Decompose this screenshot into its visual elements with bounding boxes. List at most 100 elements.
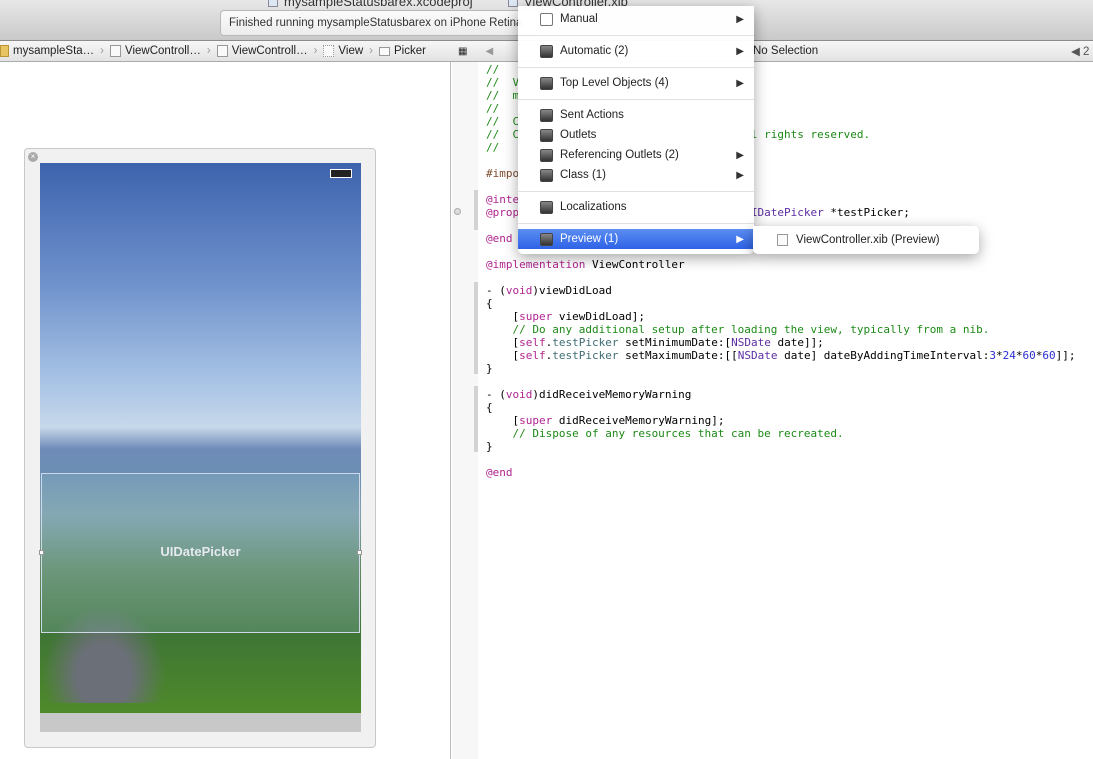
code-line: // Dispose of any resources that can be … [486,427,1076,440]
menu-item-label: Manual [560,13,598,25]
view-frame[interactable]: × UIDatePicker [24,148,376,748]
menu-separator [518,35,754,36]
counter-value: 2 [1083,46,1090,58]
code-token: [ [486,349,520,362]
code-token: ]]; [1055,349,1076,362]
project-file-icon [268,0,278,7]
menu-item-outlets[interactable]: Outlets [518,125,754,145]
project-title: mysampleStatusbarex.xcodeproj [268,0,473,9]
tuxedo-icon [540,168,553,182]
code-line: @implementation ViewController [486,258,1076,271]
back-arrow-icon[interactable]: ◀ [485,46,493,57]
menu-item-label: Sent Actions [560,109,624,121]
submenu-item-preview-xib[interactable]: ViewController.xib (Preview) [753,226,979,254]
code-token: { [486,401,493,414]
menu-item-label: Referencing Outlets (2) [560,149,679,161]
code-token: * [996,349,1003,362]
tuxedo-icon [540,76,553,90]
code-token: NSDate [731,336,771,349]
picker-icon [378,46,390,56]
code-token: // [486,63,500,76]
menu-item-sent-actions[interactable]: Sent Actions [518,105,754,125]
breadcrumb-xib-1[interactable]: ViewControll… [107,45,204,57]
submenu-arrow-icon: ▶ [736,233,744,245]
code-token: @implementation [486,258,586,271]
menu-item-label: Automatic (2) [560,45,629,57]
code-token: l rights reserved. [750,128,871,141]
code-line: - (void)viewDidLoad [486,284,1076,297]
menu-item-label: Top Level Objects (4) [560,77,669,89]
submenu-arrow-icon: ▶ [736,149,744,161]
code-token: NSDate [737,349,778,362]
menu-item-preview[interactable]: Preview (1) ▶ [518,229,754,249]
menu-item-label: Class (1) [560,169,607,181]
breadcrumb-view[interactable]: View [320,45,366,57]
tuxedo-icon [540,44,553,58]
code-line: [super viewDidLoad]; [486,310,1076,323]
scope-bar [474,386,478,452]
code-token: )viewDidLoad [532,284,612,297]
code-token: 60 [1022,349,1036,362]
menu-item-automatic[interactable]: Automatic (2) ▶ [518,41,754,61]
view-icon [323,45,335,57]
code-line: { [486,297,1076,310]
tuxedo-icon [540,148,553,162]
code-line: } [486,362,1076,375]
xib-file-icon [110,45,122,57]
menu-item-referencing-outlets[interactable]: Referencing Outlets (2) ▶ [518,145,754,165]
date-picker[interactable]: UIDatePicker [39,473,362,633]
menu-item-manual[interactable]: Manual ▶ [518,9,754,29]
code-token: 24 [1002,349,1016,362]
related-items-icon[interactable]: ▦ [458,46,467,57]
menu-item-label: Preview (1) [560,233,619,245]
scope-bar [474,282,478,374]
code-token: #impo [486,167,520,180]
split-editor-icon [540,12,553,26]
code-line: // Do any additional setup after loading… [486,323,1076,336]
code-token: [ [486,414,520,427]
counterparts-control[interactable]: ◀ 2 [1071,44,1089,58]
code-line: - (void)didReceiveMemoryWarning [486,388,1076,401]
resize-handle-right[interactable] [357,550,362,555]
code-token: setMinimumDate:[ [618,336,732,349]
code-token: @prop [486,206,520,219]
code-token: testPicker [552,336,619,349]
outlet-connection-icon[interactable] [454,208,461,215]
menu-item-localizations[interactable]: Localizations [518,197,754,217]
submenu-label: ViewController.xib (Preview) [796,234,940,246]
code-token: } [486,440,493,453]
code-token: // Do any additional setup after loading… [486,323,990,336]
menu-separator [518,99,754,100]
code-line: [self.testPicker setMaximumDate:[[NSDate… [486,349,1076,362]
menu-item-class[interactable]: Class (1) ▶ [518,165,754,185]
code-token: [ [486,336,520,349]
xib-file-icon [216,45,228,57]
code-token: super [519,310,553,323]
jump-selection[interactable]: No Selection [753,45,818,57]
tuxedo-icon [540,128,553,142]
breadcrumb-picker[interactable]: Picker [376,45,429,57]
xib-file-icon [508,0,518,7]
code-token: 3 [989,349,996,362]
tuxedo-icon [540,232,553,246]
breadcrumb-project[interactable]: mysampleSta… [0,45,97,57]
code-line: } [486,440,1076,453]
code-token: // V [486,76,520,89]
menu-separator [518,67,754,68]
menu-item-top-level-objects[interactable]: Top Level Objects (4) ▶ [518,73,754,93]
code-token: )didReceiveMemoryWarning [532,388,692,401]
code-token: self [519,349,546,362]
chevron-right-icon: › [206,45,211,57]
code-token: * [1015,349,1023,362]
submenu-arrow-icon: ▶ [736,13,744,25]
close-icon[interactable]: × [28,152,38,162]
code-token: didReceiveMemoryWarning]; [552,414,725,427]
code-line: { [486,401,1076,414]
crumb-label: ViewControll… [231,45,308,57]
breadcrumb-xib-2[interactable]: ViewControll… [214,45,311,57]
code-token: viewDidLoad]; [552,310,645,323]
menu-separator [518,191,754,192]
resize-handle-left[interactable] [39,550,44,555]
xib-file-icon [777,234,788,246]
code-token: testPicker [552,349,619,362]
